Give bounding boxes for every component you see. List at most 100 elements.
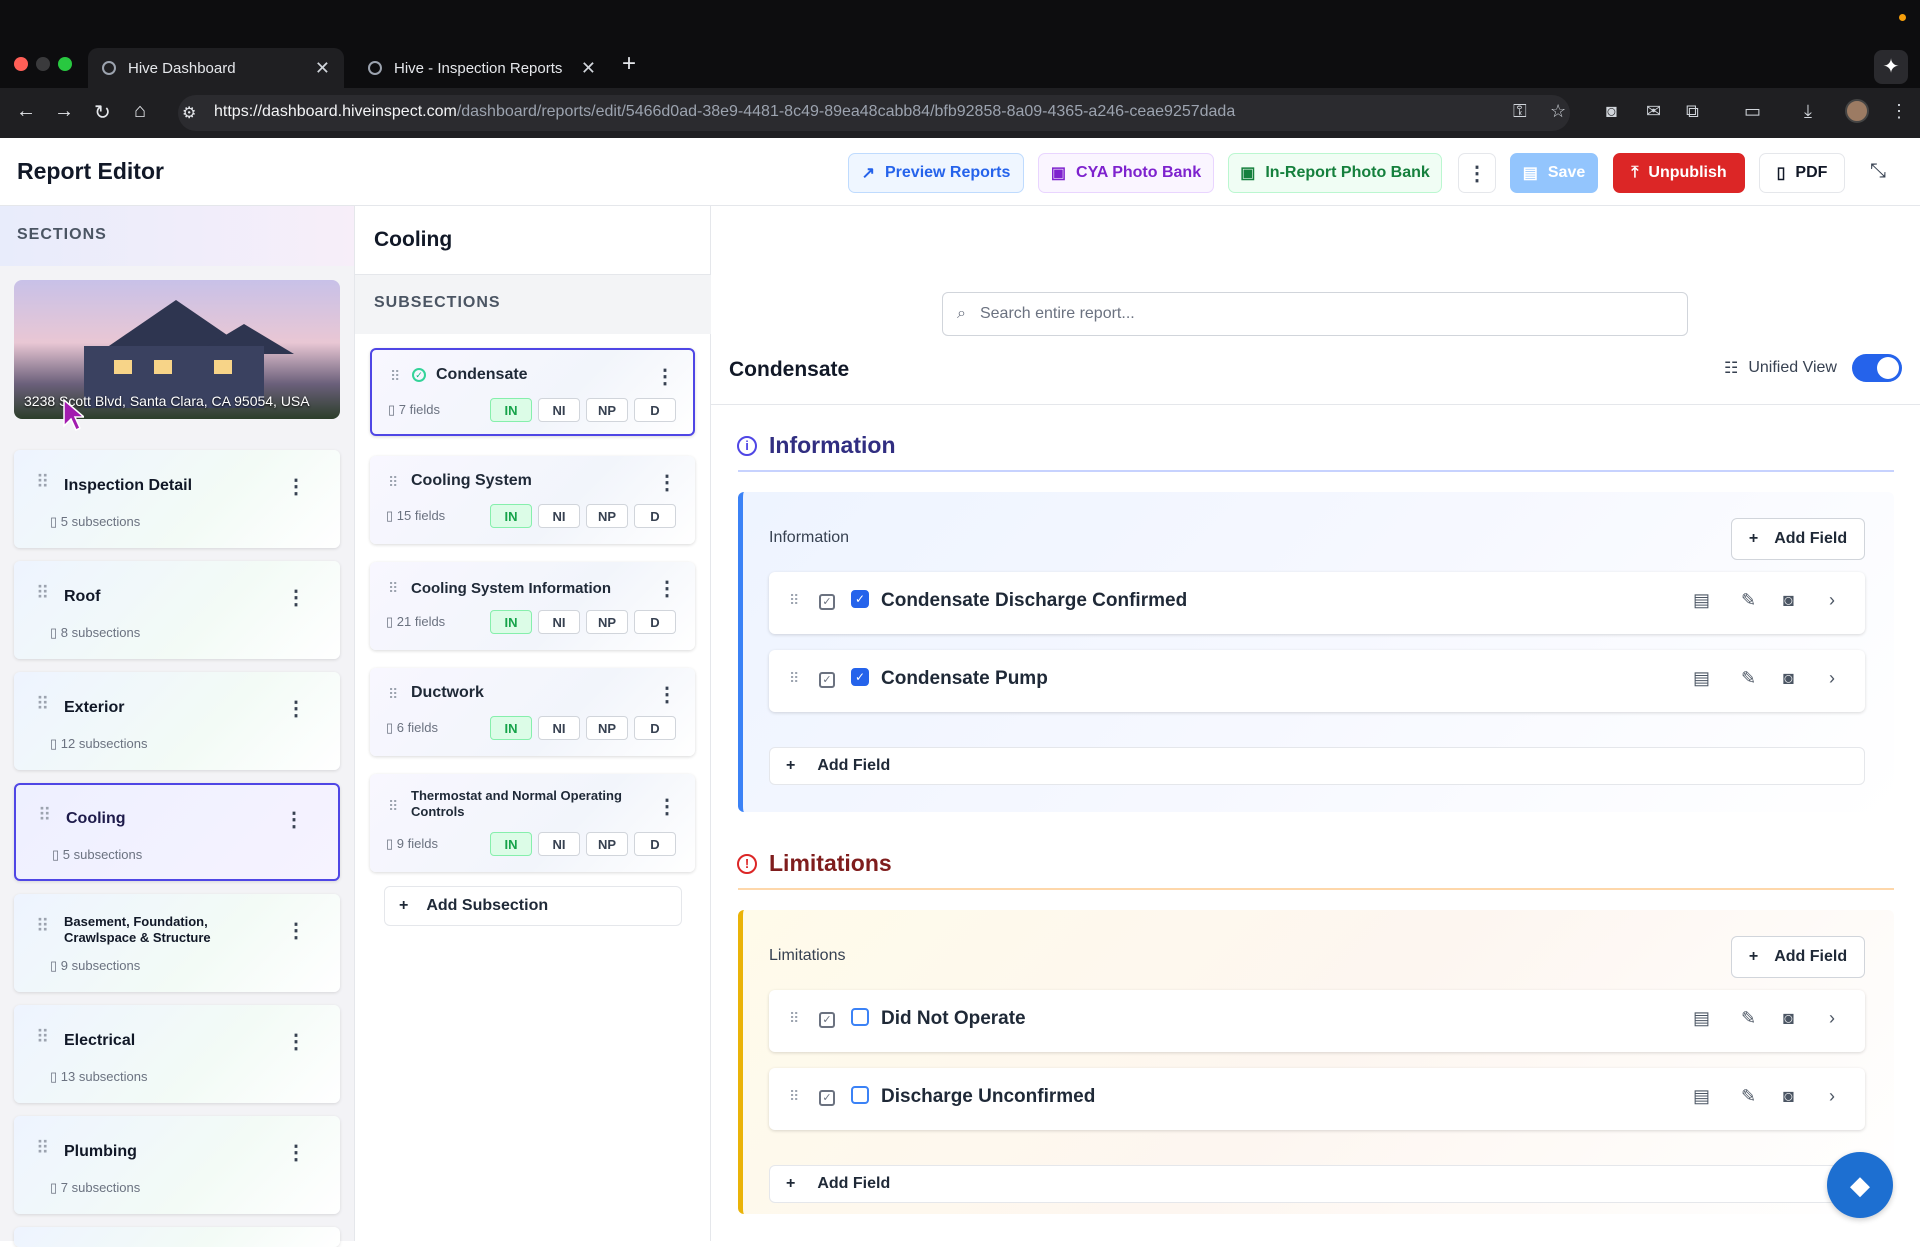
kebab-icon[interactable]: ⋮ (286, 474, 306, 499)
camera-icon[interactable]: ◙ (1783, 1086, 1794, 1107)
status-pill-np[interactable]: NP (586, 610, 628, 634)
camera-icon[interactable]: ◙ (1783, 668, 1794, 689)
drag-handle-icon[interactable]: ⠿ (38, 806, 51, 824)
save-disk-icon[interactable]: ▤ (1693, 1008, 1710, 1029)
status-pill-ni[interactable]: NI (538, 504, 580, 528)
tab-inspection-reports[interactable]: Hive - Inspection Reports ✕ (354, 48, 610, 88)
section-item-inspection-detail[interactable]: ⠿ Inspection Detail ▯ 5 subsections ⋮ (14, 450, 340, 548)
drag-handle-icon[interactable]: ⠿ (36, 473, 49, 491)
kebab-icon[interactable]: ⋮ (286, 1140, 306, 1165)
status-pill-d[interactable]: D (634, 398, 676, 422)
status-pill-in[interactable]: IN (490, 832, 532, 856)
save-disk-icon[interactable]: ▤ (1693, 1086, 1710, 1107)
camera-icon[interactable]: ◙ (1783, 590, 1794, 611)
status-pill-d[interactable]: D (634, 716, 676, 740)
drag-handle-icon[interactable]: ⠿ (36, 917, 49, 935)
kebab-icon[interactable]: ⋮ (284, 807, 304, 832)
field-checkbox[interactable]: ✓ (851, 590, 869, 608)
camera-icon[interactable]: ◙ (1783, 1008, 1794, 1029)
close-window-button[interactable] (14, 57, 28, 71)
status-pill-ni[interactable]: NI (538, 716, 580, 740)
back-icon[interactable]: ← (16, 100, 36, 123)
add-subsection-button[interactable]: + Add Subsection (384, 886, 682, 926)
status-pill-ni[interactable]: NI (538, 398, 580, 422)
extensions-puzzle-icon[interactable]: ⧉ (1686, 101, 1699, 122)
chevron-right-icon[interactable]: › (1829, 1008, 1835, 1029)
save-button[interactable]: ▤ Save (1510, 153, 1598, 193)
kebab-icon[interactable]: ⋮ (657, 794, 677, 819)
status-pill-d[interactable]: D (634, 832, 676, 856)
drag-handle-icon[interactable]: ⠿ (36, 1028, 49, 1046)
add-field-inline-button[interactable]: + Add Field (769, 747, 1865, 785)
search-report-input[interactable]: ⌕ Search entire report... (942, 292, 1688, 336)
add-field-button[interactable]: + Add Field (1731, 518, 1865, 560)
bookmark-star-icon[interactable]: ☆ (1550, 101, 1566, 122)
status-pill-np[interactable]: NP (586, 398, 628, 422)
section-item-next[interactable] (14, 1227, 340, 1247)
status-pill-in[interactable]: IN (490, 504, 532, 528)
status-pill-d[interactable]: D (634, 504, 676, 528)
field-checkbox[interactable] (851, 1086, 869, 1104)
forward-icon[interactable]: → (54, 100, 74, 123)
in-report-photo-bank-button[interactable]: ▣ In-Report Photo Bank (1228, 153, 1442, 193)
subsection-item-cooling-system[interactable]: ⠿ Cooling System ⋮ ▯ 15 fields IN NI NP … (370, 456, 695, 544)
reading-mode-icon[interactable]: ▭ (1744, 101, 1761, 122)
status-pill-ni[interactable]: NI (538, 832, 580, 856)
add-field-button[interactable]: + Add Field (1731, 936, 1865, 978)
field-row[interactable]: ⠿ ✓ Did Not Operate ▤ ✎ ◙ › (769, 990, 1865, 1052)
section-item-electrical[interactable]: ⠿ Electrical ▯ 13 subsections ⋮ (14, 1005, 340, 1103)
new-tab-button[interactable]: + (622, 50, 636, 78)
status-pill-d[interactable]: D (634, 610, 676, 634)
pencil-icon[interactable]: ✎ (1741, 1008, 1756, 1029)
section-item-roof[interactable]: ⠿ Roof ▯ 8 subsections ⋮ (14, 561, 340, 659)
drag-handle-icon[interactable]: ⠿ (388, 580, 398, 597)
field-row[interactable]: ⠿ ✓ ✓ Condensate Discharge Confirmed ▤ ✎… (769, 572, 1865, 634)
kebab-icon[interactable]: ⋮ (286, 585, 306, 610)
kebab-icon[interactable]: ⋮ (286, 1029, 306, 1054)
status-pill-np[interactable]: NP (586, 716, 628, 740)
maximize-window-button[interactable] (58, 57, 72, 71)
tab-hive-dashboard[interactable]: Hive Dashboard ✕ (88, 48, 344, 88)
browser-menu-icon[interactable]: ⋮ (1890, 101, 1908, 122)
mail-extension-icon[interactable]: ✉ (1646, 101, 1661, 122)
chevron-right-icon[interactable]: › (1829, 668, 1835, 689)
drag-handle-icon[interactable]: ⠿ (388, 474, 398, 491)
collapse-icon[interactable]: ⤡ (1870, 160, 1886, 183)
add-field-inline-button[interactable]: + Add Field (769, 1165, 1865, 1203)
field-row[interactable]: ⠿ ✓ Discharge Unconfirmed ▤ ✎ ◙ › (769, 1068, 1865, 1130)
kebab-icon[interactable]: ⋮ (286, 696, 306, 721)
status-pill-np[interactable]: NP (586, 832, 628, 856)
password-key-icon[interactable]: ⚿ (1513, 101, 1527, 122)
drag-handle-icon[interactable]: ⠿ (390, 368, 400, 385)
sparkle-icon[interactable]: ✦ (1874, 50, 1908, 84)
field-checkbox[interactable]: ✓ (851, 668, 869, 686)
download-icon[interactable]: ⤓ (1804, 101, 1812, 122)
site-settings-icon[interactable]: ⚙ (182, 103, 196, 123)
drag-handle-icon[interactable]: ⠿ (36, 695, 49, 713)
profile-avatar[interactable] (1845, 99, 1869, 123)
camera-extension-icon[interactable]: ◙ (1606, 101, 1617, 122)
field-checkbox[interactable] (851, 1008, 869, 1026)
pdf-button[interactable]: ▯ PDF (1759, 153, 1845, 193)
field-row[interactable]: ⠿ ✓ ✓ Condensate Pump ▤ ✎ ◙ › (769, 650, 1865, 712)
cya-photo-bank-button[interactable]: ▣ CYA Photo Bank (1038, 153, 1214, 193)
section-item-plumbing[interactable]: ⠿ Plumbing ▯ 7 subsections ⋮ (14, 1116, 340, 1214)
subsection-item-ductwork[interactable]: ⠿ Ductwork ⋮ ▯ 6 fields IN NI NP D (370, 668, 695, 756)
kebab-icon[interactable]: ⋮ (657, 682, 677, 707)
kebab-icon[interactable]: ⋮ (286, 918, 306, 943)
home-icon[interactable]: ⌂ (134, 100, 146, 123)
drag-handle-icon[interactable]: ⠿ (789, 1088, 799, 1105)
chevron-right-icon[interactable]: › (1829, 1086, 1835, 1107)
preview-reports-button[interactable]: ↗ Preview Reports (848, 153, 1024, 193)
kebab-icon[interactable]: ⋮ (655, 364, 675, 389)
status-pill-in[interactable]: IN (490, 716, 532, 740)
save-disk-icon[interactable]: ▤ (1693, 668, 1710, 689)
pencil-icon[interactable]: ✎ (1741, 590, 1756, 611)
more-options-button[interactable]: ⋮ (1458, 153, 1496, 193)
kebab-icon[interactable]: ⋮ (657, 576, 677, 601)
subsection-item-condensate[interactable]: ⠿ ✓ Condensate ⋮ ▯ 7 fields IN NI NP D (370, 348, 695, 436)
pencil-icon[interactable]: ✎ (1741, 1086, 1756, 1107)
close-tab-icon[interactable]: ✕ (581, 58, 596, 79)
pencil-icon[interactable]: ✎ (1741, 668, 1756, 689)
drag-handle-icon[interactable]: ⠿ (789, 670, 799, 687)
